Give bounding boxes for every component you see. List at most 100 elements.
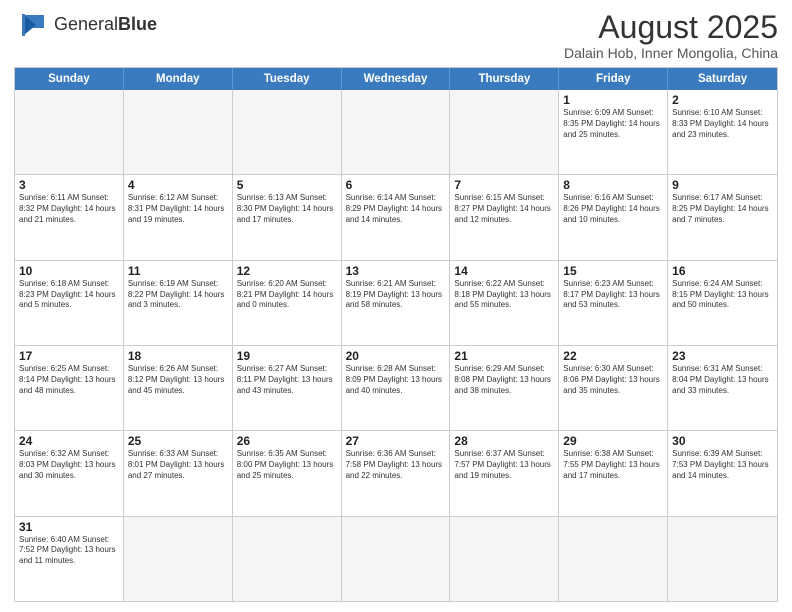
cell-day-number: 25 — [128, 434, 228, 448]
cell-day-number: 22 — [563, 349, 663, 363]
calendar-cell-r3-c1: 18Sunrise: 6:26 AM Sunset: 8:12 PM Dayli… — [124, 346, 233, 430]
calendar-cell-r2-c5: 15Sunrise: 6:23 AM Sunset: 8:17 PM Dayli… — [559, 261, 668, 345]
calendar-cell-r5-c1 — [124, 517, 233, 601]
calendar-cell-r1-c6: 9Sunrise: 6:17 AM Sunset: 8:25 PM Daylig… — [668, 175, 777, 259]
cell-info-text: Sunrise: 6:20 AM Sunset: 8:21 PM Dayligh… — [237, 279, 337, 311]
calendar-cell-r4-c1: 25Sunrise: 6:33 AM Sunset: 8:01 PM Dayli… — [124, 431, 233, 515]
calendar-cell-r5-c5 — [559, 517, 668, 601]
calendar-cell-r5-c0: 31Sunrise: 6:40 AM Sunset: 7:52 PM Dayli… — [15, 517, 124, 601]
calendar-cell-r1-c1: 4Sunrise: 6:12 AM Sunset: 8:31 PM Daylig… — [124, 175, 233, 259]
cell-info-text: Sunrise: 6:39 AM Sunset: 7:53 PM Dayligh… — [672, 449, 773, 481]
logo-text: GeneralBlue — [54, 15, 157, 35]
cell-day-number: 14 — [454, 264, 554, 278]
calendar-row-0: 1Sunrise: 6:09 AM Sunset: 8:35 PM Daylig… — [15, 90, 777, 174]
calendar-cell-r3-c0: 17Sunrise: 6:25 AM Sunset: 8:14 PM Dayli… — [15, 346, 124, 430]
calendar-cell-r2-c6: 16Sunrise: 6:24 AM Sunset: 8:15 PM Dayli… — [668, 261, 777, 345]
calendar-cell-r1-c5: 8Sunrise: 6:16 AM Sunset: 8:26 PM Daylig… — [559, 175, 668, 259]
cell-day-number: 2 — [672, 93, 773, 107]
cell-info-text: Sunrise: 6:37 AM Sunset: 7:57 PM Dayligh… — [454, 449, 554, 481]
weekday-header-sunday: Sunday — [15, 68, 124, 90]
cell-info-text: Sunrise: 6:16 AM Sunset: 8:26 PM Dayligh… — [563, 193, 663, 225]
cell-day-number: 31 — [19, 520, 119, 534]
calendar-cell-r4-c2: 26Sunrise: 6:35 AM Sunset: 8:00 PM Dayli… — [233, 431, 342, 515]
cell-day-number: 18 — [128, 349, 228, 363]
cell-info-text: Sunrise: 6:29 AM Sunset: 8:08 PM Dayligh… — [454, 364, 554, 396]
calendar-cell-r2-c3: 13Sunrise: 6:21 AM Sunset: 8:19 PM Dayli… — [342, 261, 451, 345]
weekday-header-monday: Monday — [124, 68, 233, 90]
cell-day-number: 6 — [346, 178, 446, 192]
calendar-cell-r0-c4 — [450, 90, 559, 174]
calendar-cell-r0-c2 — [233, 90, 342, 174]
calendar-body: 1Sunrise: 6:09 AM Sunset: 8:35 PM Daylig… — [15, 90, 777, 601]
cell-day-number: 5 — [237, 178, 337, 192]
calendar-cell-r4-c6: 30Sunrise: 6:39 AM Sunset: 7:53 PM Dayli… — [668, 431, 777, 515]
header: GeneralBlue August 2025 Dalain Hob, Inne… — [14, 10, 778, 61]
cell-info-text: Sunrise: 6:25 AM Sunset: 8:14 PM Dayligh… — [19, 364, 119, 396]
calendar-cell-r4-c0: 24Sunrise: 6:32 AM Sunset: 8:03 PM Dayli… — [15, 431, 124, 515]
title-block: August 2025 Dalain Hob, Inner Mongolia, … — [564, 10, 778, 61]
cell-day-number: 28 — [454, 434, 554, 448]
calendar-cell-r4-c3: 27Sunrise: 6:36 AM Sunset: 7:58 PM Dayli… — [342, 431, 451, 515]
cell-info-text: Sunrise: 6:14 AM Sunset: 8:29 PM Dayligh… — [346, 193, 446, 225]
cell-info-text: Sunrise: 6:33 AM Sunset: 8:01 PM Dayligh… — [128, 449, 228, 481]
cell-info-text: Sunrise: 6:12 AM Sunset: 8:31 PM Dayligh… — [128, 193, 228, 225]
cell-day-number: 7 — [454, 178, 554, 192]
weekday-header-thursday: Thursday — [450, 68, 559, 90]
calendar-cell-r3-c6: 23Sunrise: 6:31 AM Sunset: 8:04 PM Dayli… — [668, 346, 777, 430]
calendar-cell-r3-c5: 22Sunrise: 6:30 AM Sunset: 8:06 PM Dayli… — [559, 346, 668, 430]
weekday-header-tuesday: Tuesday — [233, 68, 342, 90]
cell-day-number: 27 — [346, 434, 446, 448]
cell-day-number: 21 — [454, 349, 554, 363]
generalblue-logo-icon — [14, 10, 50, 40]
calendar-cell-r0-c6: 2Sunrise: 6:10 AM Sunset: 8:33 PM Daylig… — [668, 90, 777, 174]
calendar-cell-r1-c0: 3Sunrise: 6:11 AM Sunset: 8:32 PM Daylig… — [15, 175, 124, 259]
calendar-cell-r2-c2: 12Sunrise: 6:20 AM Sunset: 8:21 PM Dayli… — [233, 261, 342, 345]
cell-day-number: 20 — [346, 349, 446, 363]
calendar-title: August 2025 — [564, 10, 778, 45]
cell-info-text: Sunrise: 6:10 AM Sunset: 8:33 PM Dayligh… — [672, 108, 773, 140]
calendar-cell-r5-c2 — [233, 517, 342, 601]
calendar-row-3: 17Sunrise: 6:25 AM Sunset: 8:14 PM Dayli… — [15, 345, 777, 430]
cell-info-text: Sunrise: 6:32 AM Sunset: 8:03 PM Dayligh… — [19, 449, 119, 481]
calendar-cell-r2-c0: 10Sunrise: 6:18 AM Sunset: 8:23 PM Dayli… — [15, 261, 124, 345]
cell-info-text: Sunrise: 6:09 AM Sunset: 8:35 PM Dayligh… — [563, 108, 663, 140]
calendar-header-row: SundayMondayTuesdayWednesdayThursdayFrid… — [15, 68, 777, 90]
cell-day-number: 13 — [346, 264, 446, 278]
page: GeneralBlue August 2025 Dalain Hob, Inne… — [0, 0, 792, 612]
cell-day-number: 30 — [672, 434, 773, 448]
calendar-cell-r5-c3 — [342, 517, 451, 601]
logo-label: GeneralBlue — [54, 14, 157, 34]
cell-info-text: Sunrise: 6:38 AM Sunset: 7:55 PM Dayligh… — [563, 449, 663, 481]
calendar-cell-r4-c4: 28Sunrise: 6:37 AM Sunset: 7:57 PM Dayli… — [450, 431, 559, 515]
cell-info-text: Sunrise: 6:28 AM Sunset: 8:09 PM Dayligh… — [346, 364, 446, 396]
cell-info-text: Sunrise: 6:35 AM Sunset: 8:00 PM Dayligh… — [237, 449, 337, 481]
cell-day-number: 11 — [128, 264, 228, 278]
weekday-header-saturday: Saturday — [668, 68, 777, 90]
calendar-cell-r2-c4: 14Sunrise: 6:22 AM Sunset: 8:18 PM Dayli… — [450, 261, 559, 345]
calendar-cell-r3-c4: 21Sunrise: 6:29 AM Sunset: 8:08 PM Dayli… — [450, 346, 559, 430]
calendar-cell-r5-c4 — [450, 517, 559, 601]
calendar-cell-r3-c2: 19Sunrise: 6:27 AM Sunset: 8:11 PM Dayli… — [233, 346, 342, 430]
calendar-cell-r0-c1 — [124, 90, 233, 174]
calendar-cell-r1-c4: 7Sunrise: 6:15 AM Sunset: 8:27 PM Daylig… — [450, 175, 559, 259]
calendar-cell-r0-c3 — [342, 90, 451, 174]
calendar-cell-r1-c3: 6Sunrise: 6:14 AM Sunset: 8:29 PM Daylig… — [342, 175, 451, 259]
cell-info-text: Sunrise: 6:26 AM Sunset: 8:12 PM Dayligh… — [128, 364, 228, 396]
cell-info-text: Sunrise: 6:19 AM Sunset: 8:22 PM Dayligh… — [128, 279, 228, 311]
cell-info-text: Sunrise: 6:15 AM Sunset: 8:27 PM Dayligh… — [454, 193, 554, 225]
weekday-header-wednesday: Wednesday — [342, 68, 451, 90]
cell-info-text: Sunrise: 6:23 AM Sunset: 8:17 PM Dayligh… — [563, 279, 663, 311]
cell-info-text: Sunrise: 6:36 AM Sunset: 7:58 PM Dayligh… — [346, 449, 446, 481]
calendar-cell-r0-c5: 1Sunrise: 6:09 AM Sunset: 8:35 PM Daylig… — [559, 90, 668, 174]
cell-info-text: Sunrise: 6:13 AM Sunset: 8:30 PM Dayligh… — [237, 193, 337, 225]
cell-day-number: 12 — [237, 264, 337, 278]
calendar-cell-r4-c5: 29Sunrise: 6:38 AM Sunset: 7:55 PM Dayli… — [559, 431, 668, 515]
cell-day-number: 16 — [672, 264, 773, 278]
cell-info-text: Sunrise: 6:30 AM Sunset: 8:06 PM Dayligh… — [563, 364, 663, 396]
calendar: SundayMondayTuesdayWednesdayThursdayFrid… — [14, 67, 778, 602]
cell-day-number: 1 — [563, 93, 663, 107]
cell-day-number: 3 — [19, 178, 119, 192]
calendar-cell-r2-c1: 11Sunrise: 6:19 AM Sunset: 8:22 PM Dayli… — [124, 261, 233, 345]
cell-info-text: Sunrise: 6:22 AM Sunset: 8:18 PM Dayligh… — [454, 279, 554, 311]
cell-day-number: 26 — [237, 434, 337, 448]
